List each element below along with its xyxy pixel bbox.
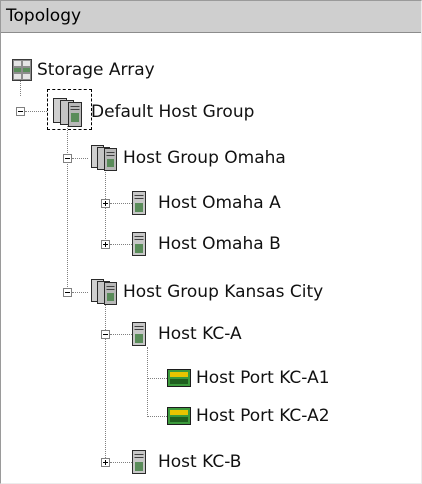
tree-connector: [147, 378, 167, 379]
host-group-icon: [53, 98, 82, 127]
host-group-omaha-label: Host Group Omaha: [123, 148, 286, 168]
tree-node-host-kc-b[interactable]: Host KC-B: [132, 447, 241, 477]
host-port-icon: [167, 407, 191, 425]
storage-array-label: Storage Array: [37, 60, 155, 80]
host-group-icon: [91, 145, 117, 171]
tree-node-host-omaha-b[interactable]: Host Omaha B: [132, 229, 281, 259]
tree-node-storage-array[interactable]: Storage Array: [12, 55, 155, 85]
tree-node-host-kc-a[interactable]: Host KC-A: [132, 319, 242, 349]
host-icon: [132, 191, 146, 215]
tree-node-host-port-kc-a2[interactable]: Host Port KC-A2: [167, 401, 330, 431]
host-icon: [132, 322, 146, 346]
host-group-icon: [91, 279, 117, 305]
expand-toggle[interactable]: [101, 458, 110, 467]
host-kc-b-label: Host KC-B: [158, 452, 242, 472]
host-port-kc-a2-label: Host Port KC-A2: [196, 406, 330, 426]
topology-header: Topology: [1, 1, 421, 33]
host-icon: [132, 232, 146, 256]
default-host-group-label: Default Host Group: [91, 102, 255, 122]
tree-node-host-group-kansas-city[interactable]: Host Group Kansas City: [90, 277, 323, 307]
tree-node-default-host-group[interactable]: Default Host Group: [52, 97, 254, 127]
tree-connector: [110, 462, 132, 463]
collapse-toggle[interactable]: [63, 288, 72, 297]
topology-tree[interactable]: Storage Array Default Host Group Host Gr…: [1, 33, 421, 483]
tree-connector: [110, 334, 132, 335]
host-omaha-a-label: Host Omaha A: [158, 193, 281, 213]
host-port-icon: [167, 369, 191, 387]
tree-connector: [110, 203, 132, 204]
tree-node-host-omaha-a[interactable]: Host Omaha A: [132, 188, 281, 218]
storage-array-icon: [12, 59, 32, 81]
collapse-toggle[interactable]: [63, 154, 72, 163]
tree-connector: [147, 416, 167, 417]
topology-title: Topology: [6, 6, 82, 26]
tree-node-host-port-kc-a1[interactable]: Host Port KC-A1: [167, 363, 330, 393]
expand-toggle[interactable]: [101, 240, 110, 249]
host-port-kc-a1-label: Host Port KC-A1: [196, 368, 330, 388]
tree-connector: [147, 347, 148, 417]
tree-connector: [67, 123, 68, 287]
tree-connector: [72, 292, 88, 293]
host-omaha-b-label: Host Omaha B: [158, 234, 281, 254]
tree-connector: [72, 158, 88, 159]
expand-toggle[interactable]: [101, 199, 110, 208]
tree-connector: [110, 244, 132, 245]
collapse-toggle[interactable]: [101, 330, 110, 339]
tree-connector: [25, 111, 47, 112]
topology-panel: Topology Storage Array Default Host Grou…: [0, 0, 422, 484]
collapse-toggle[interactable]: [16, 107, 25, 116]
tree-node-host-group-omaha[interactable]: Host Group Omaha: [90, 143, 286, 173]
tree-connector: [105, 304, 106, 462]
host-kc-a-label: Host KC-A: [158, 324, 242, 344]
host-group-kansas-city-label: Host Group Kansas City: [123, 282, 324, 302]
host-icon: [132, 450, 146, 474]
